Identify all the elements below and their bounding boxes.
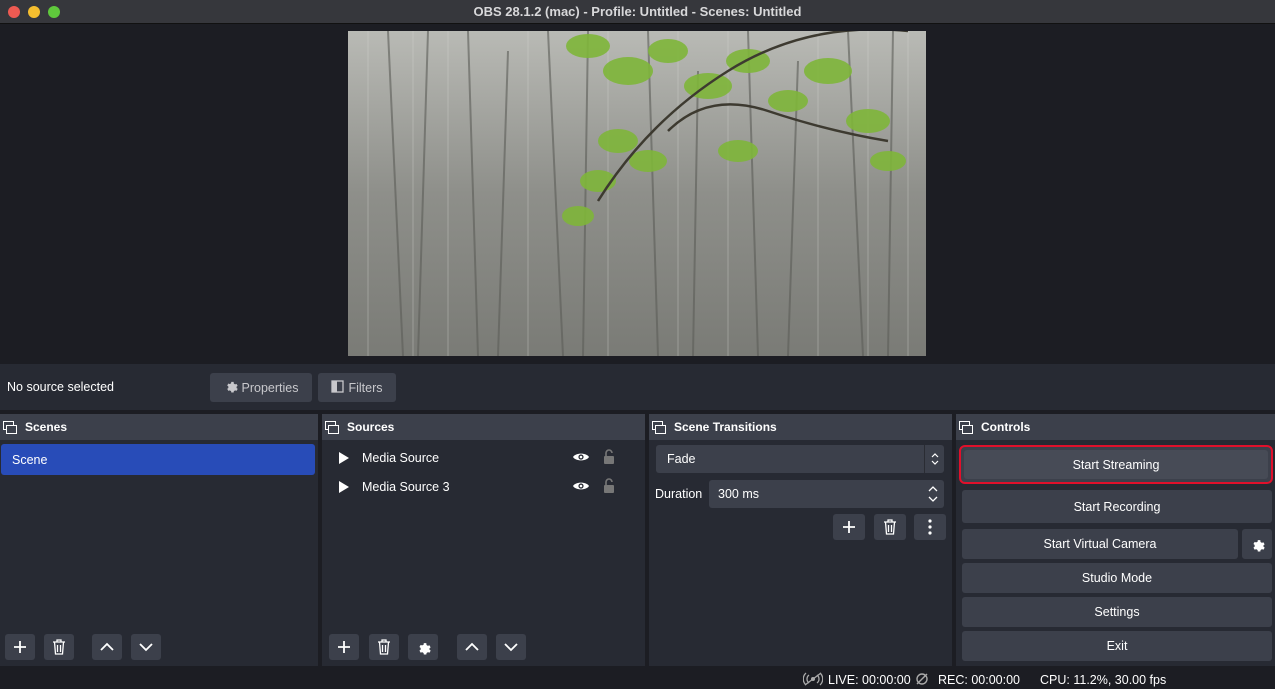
chevron-down-icon [504, 643, 518, 652]
sources-toolbar [329, 634, 529, 660]
scenes-header-label: Scenes [25, 420, 68, 434]
dock-float-icon[interactable] [959, 421, 973, 434]
filter-icon [331, 379, 345, 396]
start-streaming-button[interactable]: Start Streaming [959, 445, 1273, 484]
live-broadcast-icon [802, 672, 824, 689]
exit-label: Exit [1106, 639, 1128, 653]
live-timer: LIVE: 00:00:00 [828, 673, 911, 687]
filters-button[interactable]: Filters [318, 373, 396, 402]
transition-select[interactable]: Fade [656, 445, 944, 473]
source-label: Media Source [362, 451, 440, 465]
no-source-label: No source selected [7, 380, 115, 394]
window-title: OBS 28.1.2 (mac) - Profile: Untitled - S… [473, 4, 802, 19]
duration-value: 300 ms [718, 487, 759, 501]
duration-label: Duration [655, 487, 703, 501]
close-window-button[interactable] [8, 6, 20, 18]
trash-icon [884, 519, 896, 535]
move-scene-up-button[interactable] [92, 634, 122, 660]
status-bar: LIVE: 00:00:00 REC: 00:00:00 CPU: 11.2%,… [0, 669, 1275, 689]
controls-dock-header[interactable]: Controls [956, 414, 1275, 440]
start-streaming-label: Start Streaming [1072, 457, 1160, 472]
rec-status-icon [915, 672, 929, 689]
start-virtual-camera-button[interactable]: Start Virtual Camera [962, 529, 1238, 559]
minimize-window-button[interactable] [28, 6, 40, 18]
trash-icon [53, 639, 65, 655]
zoom-window-button[interactable] [48, 6, 60, 18]
scene-transitions-dock: Scene Transitions Fade Duration 300 ms [649, 414, 952, 666]
scenes-dock: Scenes Scene [0, 414, 318, 666]
start-virtual-camera-label: Start Virtual Camera [1043, 537, 1157, 551]
studio-mode-label: Studio Mode [1081, 571, 1153, 585]
scene-item-label: Scene [12, 452, 48, 467]
scenes-dock-header[interactable]: Scenes [0, 414, 318, 440]
controls-header-label: Controls [981, 420, 1031, 434]
transitions-toolbar [833, 514, 946, 540]
eye-icon[interactable] [572, 480, 590, 495]
properties-button[interactable]: Properties [210, 373, 312, 402]
move-source-down-button[interactable] [496, 634, 526, 660]
plus-icon [338, 641, 350, 653]
duration-spinbox[interactable]: 300 ms [709, 480, 944, 508]
add-scene-button[interactable] [5, 634, 35, 660]
properties-label: Properties [241, 380, 299, 395]
media-play-icon [338, 451, 350, 468]
studio-mode-button[interactable]: Studio Mode [962, 563, 1272, 593]
sources-dock: Sources Media Source Media Source 3 [322, 414, 645, 666]
sources-dock-header[interactable]: Sources [322, 414, 645, 440]
lock-icon[interactable] [603, 478, 615, 497]
chevron-up-icon [100, 642, 114, 651]
dock-float-icon[interactable] [3, 421, 17, 434]
preview-area[interactable] [0, 25, 1275, 362]
exit-button[interactable]: Exit [962, 631, 1272, 661]
chevron-down-icon [139, 643, 153, 652]
plus-icon [14, 641, 26, 653]
more-vertical-icon [928, 519, 932, 535]
sources-header-label: Sources [347, 420, 395, 434]
window-controls [8, 6, 60, 18]
chevron-updown-icon [924, 445, 944, 473]
start-recording-button[interactable]: Start Recording [962, 490, 1272, 523]
add-source-button[interactable] [329, 634, 359, 660]
move-scene-down-button[interactable] [131, 634, 161, 660]
start-recording-label: Start Recording [1073, 499, 1161, 514]
transition-select-value: Fade [667, 452, 696, 466]
title-bar: OBS 28.1.2 (mac) - Profile: Untitled - S… [0, 0, 1275, 24]
chevron-up-icon [465, 642, 479, 651]
add-transition-button[interactable] [833, 514, 865, 540]
source-list-item[interactable]: Media Source 3 [322, 474, 645, 500]
rec-timer: REC: 00:00:00 [938, 673, 1020, 687]
lock-icon[interactable] [603, 449, 615, 468]
filters-label: Filters [348, 380, 383, 395]
dock-float-icon[interactable] [652, 421, 666, 434]
gear-icon [418, 642, 431, 654]
transition-menu-button[interactable] [914, 514, 946, 540]
source-properties-button[interactable] [408, 634, 438, 660]
plus-icon [843, 521, 855, 533]
transitions-header-label: Scene Transitions [674, 420, 777, 434]
remove-transition-button[interactable] [874, 514, 906, 540]
spin-arrows-icon[interactable] [928, 483, 938, 508]
cpu-fps-status: CPU: 11.2%, 30.00 fps [1040, 673, 1167, 687]
controls-dock: Controls Start Streaming Start Recording… [956, 414, 1275, 666]
remove-source-button[interactable] [369, 634, 399, 660]
eye-icon[interactable] [572, 451, 590, 466]
move-source-up-button[interactable] [457, 634, 487, 660]
settings-label: Settings [1094, 605, 1140, 619]
media-play-icon [338, 480, 350, 497]
remove-scene-button[interactable] [44, 634, 74, 660]
transitions-dock-header[interactable]: Scene Transitions [649, 414, 952, 440]
source-list-item[interactable]: Media Source [322, 445, 645, 471]
settings-button[interactable]: Settings [962, 597, 1272, 627]
virtual-camera-settings-button[interactable] [1242, 529, 1272, 559]
preview-image[interactable] [348, 31, 926, 356]
gear-icon [1252, 539, 1265, 551]
scenes-toolbar [5, 634, 165, 660]
dock-float-icon[interactable] [325, 421, 339, 434]
source-label: Media Source 3 [362, 480, 450, 494]
gear-icon [224, 379, 238, 396]
trash-icon [378, 639, 390, 655]
context-bar: No source selected Properties Filters [0, 364, 1275, 410]
scene-list-item[interactable]: Scene [1, 444, 315, 475]
